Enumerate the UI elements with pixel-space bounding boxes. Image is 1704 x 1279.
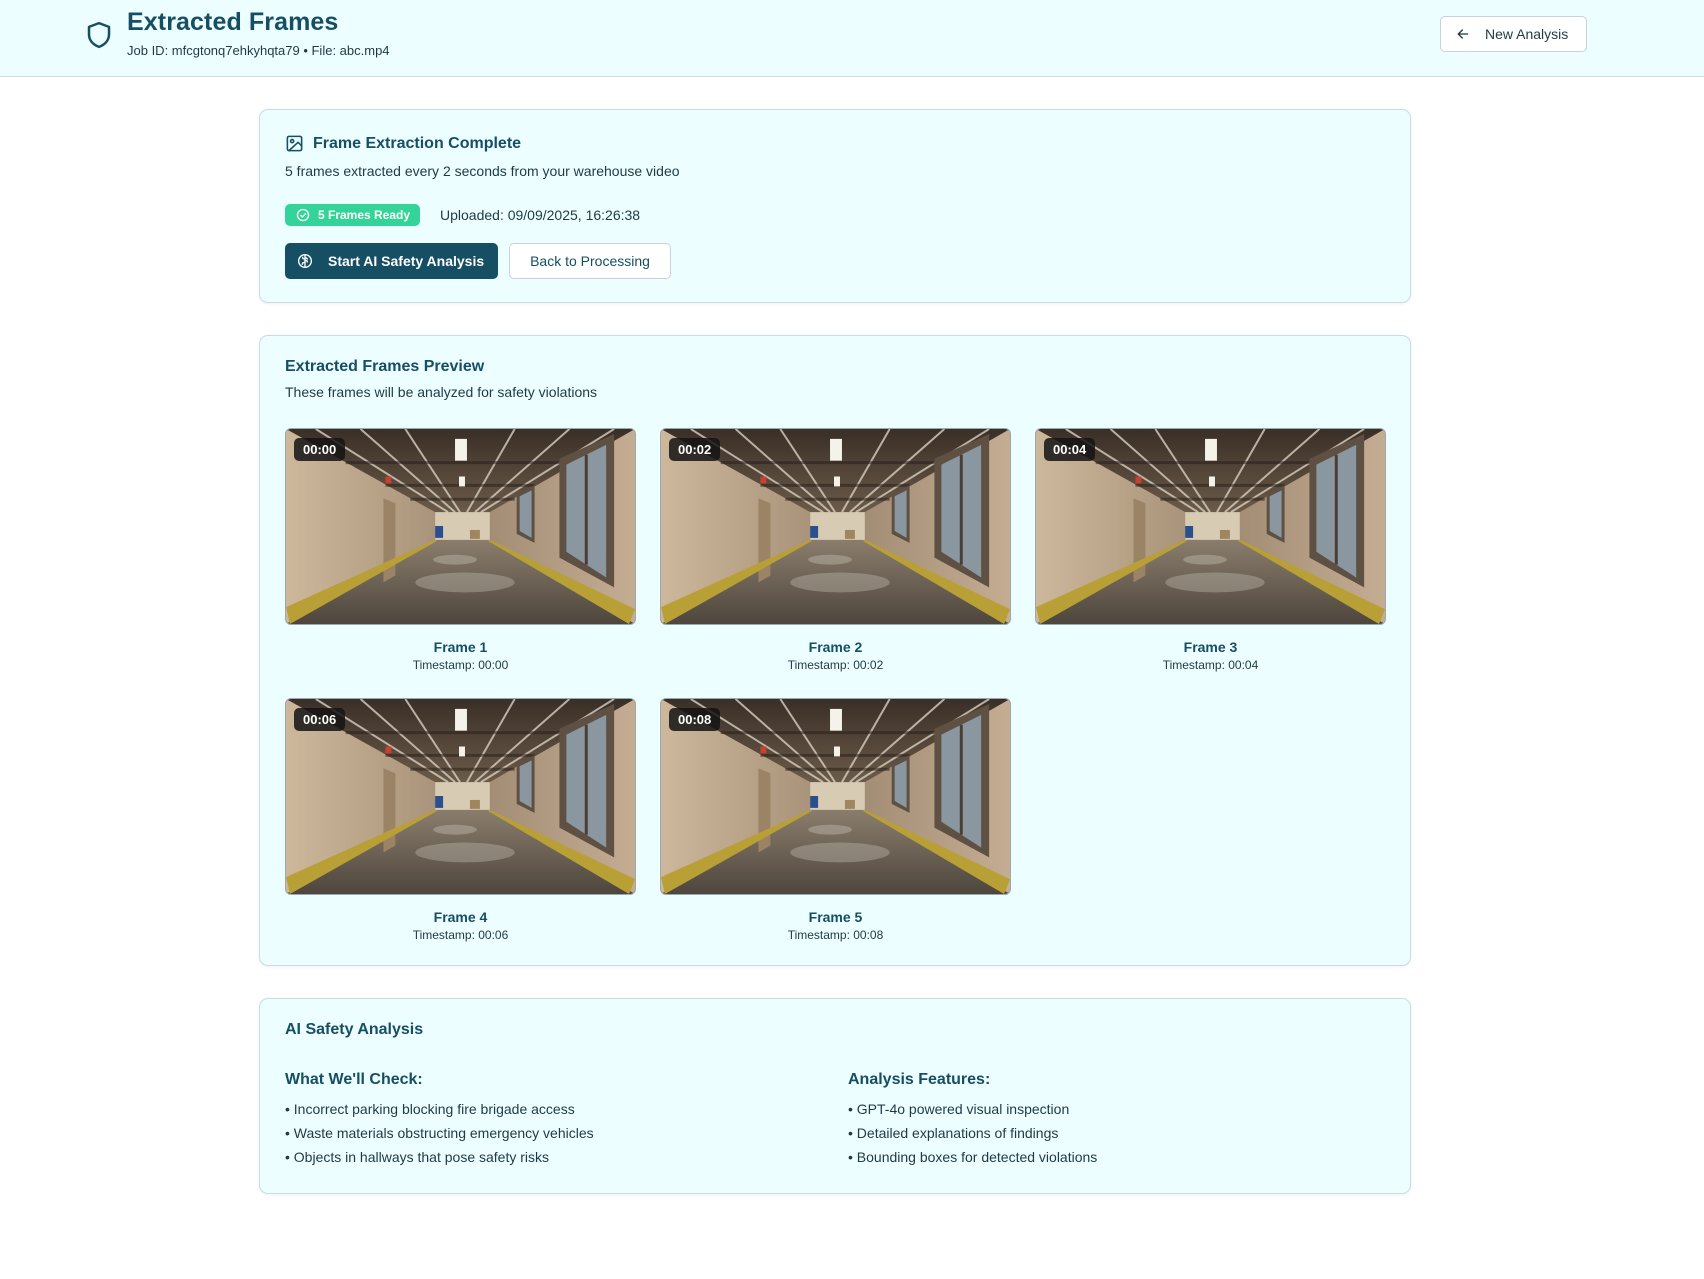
brain-icon <box>298 254 312 268</box>
new-analysis-button[interactable]: New Analysis <box>1440 16 1587 52</box>
frame-card[interactable]: 00:00 Frame 1 Timestamp: 00:00 <box>285 428 636 672</box>
page-title: Extracted Frames <box>127 8 339 36</box>
frame-timestamp: Timestamp: 00:08 <box>787 928 884 942</box>
frames-ready-label: 5 Frames Ready <box>318 208 411 222</box>
frame-thumbnail[interactable]: 00:08 <box>660 698 1011 895</box>
frame-name: Frame 1 <box>433 639 488 655</box>
frame-time-badge: 00:02 <box>669 438 721 461</box>
frame-timestamp: Timestamp: 00:00 <box>412 658 509 672</box>
frame-card[interactable]: 00:04 Frame 3 Timestamp: 00:04 <box>1035 428 1386 672</box>
frame-time-badge: 00:08 <box>669 708 721 731</box>
list-item: • Detailed explanations of findings <box>848 1125 1059 1141</box>
list-item: • Waste materials obstructing emergency … <box>285 1125 594 1141</box>
app-header: Extracted Frames Job ID: mfcgtonq7ehkyhq… <box>0 0 1704 77</box>
frame-card[interactable]: 00:08 Frame 5 Timestamp: 00:08 <box>660 698 1011 942</box>
extraction-subtitle: 5 frames extracted every 2 seconds from … <box>285 163 680 179</box>
check-list: • Incorrect parking blocking fire brigad… <box>285 1101 594 1173</box>
frame-time-badge: 00:06 <box>294 708 346 731</box>
frame-name: Frame 5 <box>808 909 863 925</box>
frame-card[interactable]: 00:06 Frame 4 Timestamp: 00:06 <box>285 698 636 942</box>
analysis-title: AI Safety Analysis <box>285 1021 424 1038</box>
uploaded-timestamp: Uploaded: 09/09/2025, 16:26:38 <box>440 207 641 223</box>
check-title: What We'll Check: <box>285 1071 423 1088</box>
list-item: • Bounding boxes for detected violations <box>848 1149 1098 1165</box>
frame-thumbnail[interactable]: 00:04 <box>1035 428 1386 625</box>
job-meta: Job ID: mfcgtonq7ehkyhqta79 • File: abc.… <box>127 43 390 58</box>
list-item: • GPT-4o powered visual inspection <box>848 1101 1070 1117</box>
preview-title: Extracted Frames Preview <box>285 358 485 375</box>
check-circle-icon <box>296 208 310 222</box>
frame-timestamp: Timestamp: 00:02 <box>787 658 884 672</box>
start-analysis-button[interactable]: Start AI Safety Analysis <box>285 243 498 279</box>
preview-subtitle: These frames will be analyzed for safety… <box>285 384 598 400</box>
frame-timestamp: Timestamp: 00:06 <box>412 928 509 942</box>
arrow-left-icon <box>1457 29 1469 39</box>
frame-time-badge: 00:04 <box>1044 438 1096 461</box>
image-icon <box>286 135 303 152</box>
back-to-processing-button[interactable]: Back to Processing <box>509 243 671 279</box>
frame-name: Frame 3 <box>1183 639 1238 655</box>
ai-analysis-card: AI Safety Analysis What We'll Check: • I… <box>259 998 1411 1194</box>
extraction-header: Frame Extraction Complete <box>285 134 521 153</box>
frame-name: Frame 2 <box>808 639 863 655</box>
frame-timestamp: Timestamp: 00:04 <box>1162 658 1259 672</box>
extraction-status-card: Frame Extraction Complete 5 frames extra… <box>259 109 1411 303</box>
features-title: Analysis Features: <box>848 1071 991 1088</box>
new-analysis-label: New Analysis <box>1485 26 1569 42</box>
check-column: What We'll Check: • Incorrect parking bl… <box>285 1071 594 1173</box>
frame-thumbnail[interactable]: 00:02 <box>660 428 1011 625</box>
frame-time-badge: 00:00 <box>294 438 346 461</box>
frame-name: Frame 4 <box>433 909 488 925</box>
start-analysis-label: Start AI Safety Analysis <box>328 253 485 269</box>
list-item: • Incorrect parking blocking fire brigad… <box>285 1101 575 1117</box>
extraction-title: Frame Extraction Complete <box>313 134 522 152</box>
features-column: Analysis Features: • GPT-4o powered visu… <box>848 1071 1097 1173</box>
features-list: • GPT-4o powered visual inspection • Det… <box>848 1101 1097 1173</box>
shield-icon <box>87 21 111 49</box>
frame-thumbnail[interactable]: 00:00 <box>285 428 636 625</box>
frames-preview-card: Extracted Frames Preview These frames wi… <box>259 335 1411 966</box>
frame-thumbnail[interactable]: 00:06 <box>285 698 636 895</box>
list-item: • Objects in hallways that pose safety r… <box>285 1149 550 1165</box>
frame-card[interactable]: 00:02 Frame 2 Timestamp: 00:02 <box>660 428 1011 672</box>
frames-ready-badge: 5 Frames Ready <box>285 204 421 226</box>
